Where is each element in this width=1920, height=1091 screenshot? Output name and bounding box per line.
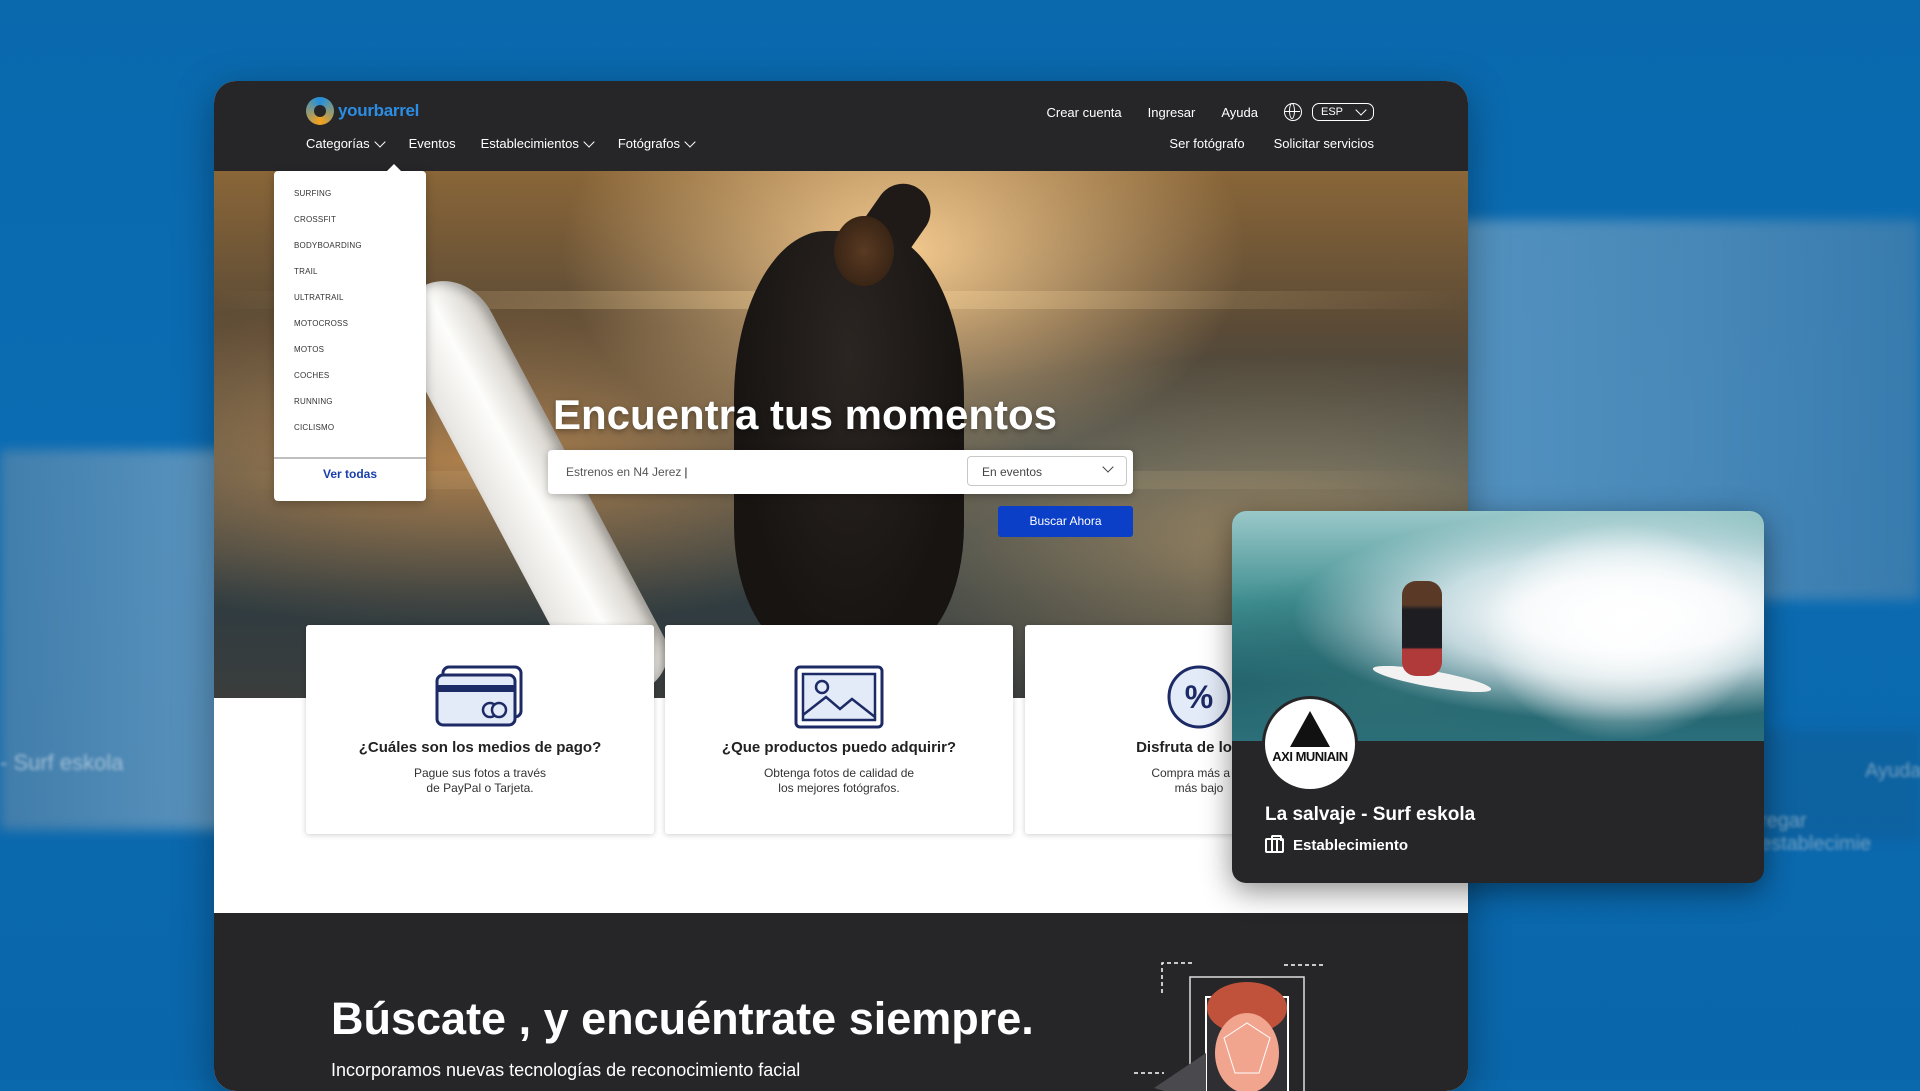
category-item-motos[interactable]: MOTOS [294, 345, 426, 371]
hero-surfer-image [734, 231, 964, 651]
search-scope-value: En eventos [982, 465, 1043, 479]
svg-text:%: % [1185, 679, 1213, 715]
search-scope-select[interactable]: En eventos [967, 456, 1127, 486]
nav-label: Fotógrafos [617, 136, 681, 151]
category-item-ciclismo[interactable]: CICLISMO [294, 423, 426, 449]
hero-surfer-image [834, 216, 894, 286]
profile-name: La salvaje - Surf eskola [1265, 804, 1476, 825]
search-input[interactable]: Estrenos en N4 Jerez [566, 450, 688, 494]
language-value: ESP [1320, 106, 1343, 118]
info-card-products[interactable]: ¿Que productos puedo adquirir? Obtenga f… [665, 625, 1013, 834]
mountain-logo-icon [1290, 711, 1330, 747]
avatar-logo-text: AXI MUNIAIN [1272, 749, 1348, 764]
nav-label: Categorías [306, 136, 370, 151]
become-photographer-link[interactable]: Ser fotógrafo [1169, 136, 1244, 151]
chevron-down-icon [1102, 461, 1114, 473]
face-recognition-section: Búscate , y encuéntrate siempre. Incorpo… [214, 913, 1468, 1091]
nav-establishments[interactable]: Establecimientos [480, 135, 595, 151]
category-item-bodyboarding[interactable]: BODYBOARDING [294, 241, 426, 267]
category-item-surfing[interactable]: SURFING [294, 189, 426, 215]
avatar: AXI MUNIAIN [1262, 696, 1358, 792]
info-card-title: ¿Cuáles son los medios de pago? [358, 739, 602, 756]
chevron-down-icon [684, 135, 696, 148]
categories-list: SURFING CROSSFIT BODYBOARDING TRAIL ULTR… [274, 171, 426, 449]
image-icon [794, 665, 884, 729]
profile-surfer [1402, 581, 1442, 676]
account-nav: Crear cuenta Ingresar Ayuda ESP [1046, 103, 1374, 121]
face-recognition-illustration [1134, 953, 1334, 1091]
search-bar: Estrenos en N4 Jerez En eventos [548, 450, 1133, 494]
category-item-motocross[interactable]: MOTOCROSS [294, 319, 426, 345]
login-link[interactable]: Ingresar [1148, 105, 1196, 120]
nav-events[interactable]: Eventos [409, 136, 456, 151]
site-logo[interactable]: yourbarrel [306, 97, 419, 125]
profile-wave-spray [1482, 521, 1762, 741]
help-link[interactable]: Ayuda [1221, 105, 1258, 120]
dropdown-divider [274, 457, 426, 459]
services-nav: Ser fotógrafo Solicitar servicios [1169, 136, 1374, 151]
nav-label: Eventos [408, 136, 456, 151]
main-nav: Categorías Eventos Establecimientos Fotó… [306, 135, 696, 151]
categories-dropdown: SURFING CROSSFIT BODYBOARDING TRAIL ULTR… [274, 164, 426, 501]
globe-icon [1283, 103, 1302, 121]
info-card-text: Obtenga fotos de calidad de los mejores … [763, 766, 915, 795]
request-services-link[interactable]: Solicitar servicios [1274, 136, 1374, 151]
profile-type-label: Establecimiento [1293, 837, 1409, 854]
logo-icon [306, 97, 334, 125]
see-all-categories-link[interactable]: Ver todas [274, 467, 426, 481]
info-card-text: Pague sus fotos a través de PayPal o Tar… [413, 766, 547, 795]
background-ghost-text: - Surf eskola [0, 750, 124, 775]
profile-type: Establecimiento [1265, 835, 1409, 854]
percent-icon: % [1154, 665, 1244, 729]
background-ghost-text: regar establecimie [1760, 810, 1872, 855]
chevron-down-icon [1355, 104, 1367, 116]
info-card-payment[interactable]: ¿Cuáles son los medios de pago? Pague su… [306, 625, 654, 834]
establishment-profile-card[interactable]: AXI MUNIAIN La salvaje - Surf eskola Est… [1232, 511, 1764, 883]
category-item-running[interactable]: RUNNING [294, 397, 426, 423]
section-subtitle: Incorporamos nuevas tecnologías de recon… [331, 1060, 801, 1080]
section-title: Búscate , y encuéntrate siempre. [331, 993, 1034, 1044]
category-item-coches[interactable]: COCHES [294, 371, 426, 397]
site-header: yourbarrel Categorías Eventos Establecim… [214, 81, 1468, 171]
nav-categories[interactable]: Categorías [306, 135, 386, 151]
briefcase-icon [1265, 835, 1284, 853]
chevron-down-icon [373, 135, 386, 148]
logo-text: yourbarrel [338, 101, 420, 120]
search-button[interactable]: Buscar Ahora [998, 506, 1133, 537]
nav-photographers[interactable]: Fotógrafos [617, 135, 696, 151]
info-card-title: ¿Que productos puedo adquirir? [721, 739, 957, 756]
category-item-ultratrail[interactable]: ULTRATRAIL [294, 293, 426, 319]
category-item-crossfit[interactable]: CROSSFIT [294, 215, 426, 241]
category-item-trail[interactable]: TRAIL [294, 267, 426, 293]
language-select[interactable]: ESP [1311, 103, 1374, 121]
nav-label: Establecimientos [480, 136, 579, 151]
create-account-link[interactable]: Crear cuenta [1046, 105, 1121, 120]
background-ghost-text: Ayuda [1865, 760, 1920, 782]
chevron-down-icon [583, 135, 595, 148]
credit-cards-icon [435, 665, 525, 729]
